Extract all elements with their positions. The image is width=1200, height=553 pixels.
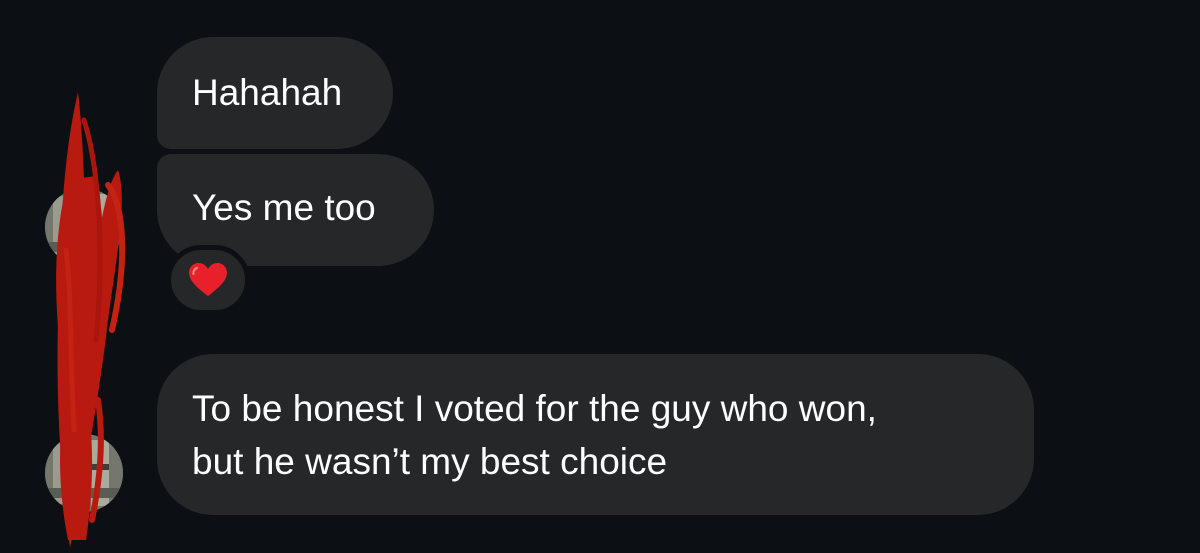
reaction-badge[interactable] [166,245,250,315]
message-bubble[interactable]: To be honest I voted for the guy who won… [157,354,1034,515]
sender-avatar[interactable] [45,434,123,512]
heart-icon [189,263,227,296]
message-text: Hahahah [192,72,343,113]
message-text-line: but he wasn’t my best choice [192,441,668,482]
avatar-photo [45,434,123,512]
message-text-line: To be honest I voted for the guy who won… [192,388,877,429]
avatar-photo [45,188,123,266]
message-text: Yes me too [192,187,376,228]
chat-thread: Hahahah Yes me too To be honest I voted … [0,0,1200,553]
message-bubble[interactable]: Hahahah [157,37,393,149]
sender-avatar[interactable] [45,188,123,266]
